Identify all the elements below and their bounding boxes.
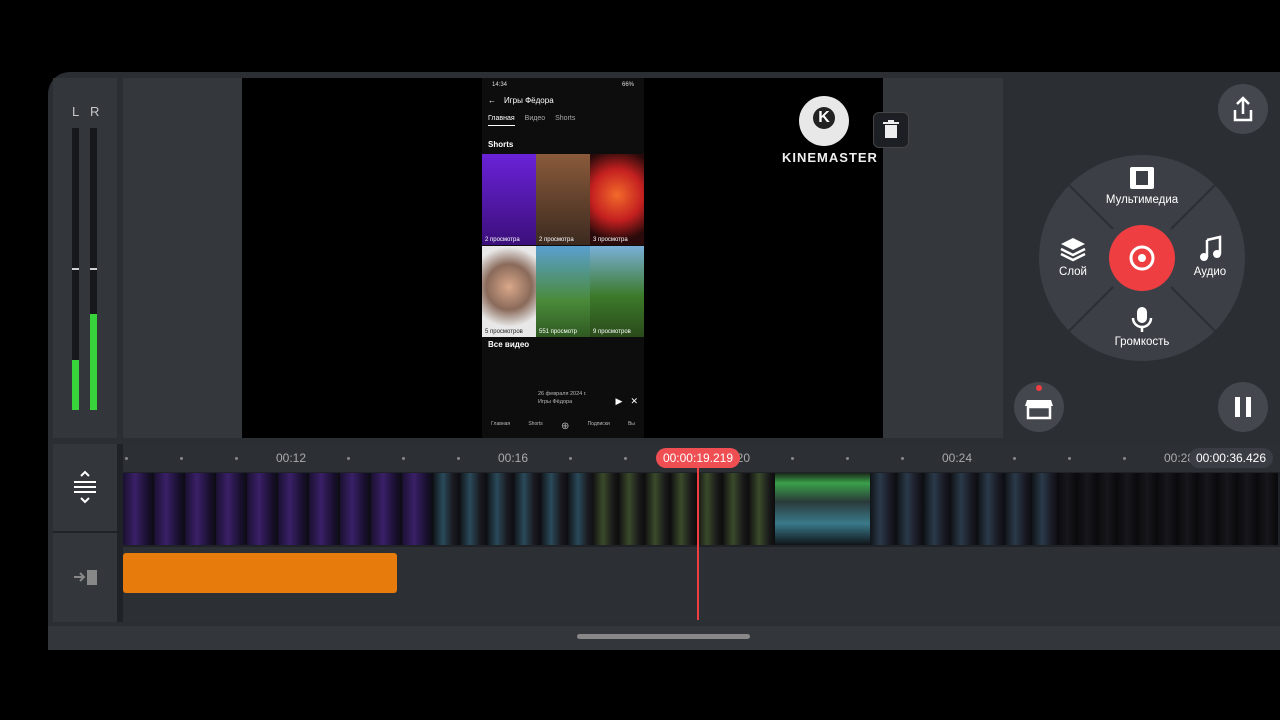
video-clip[interactable] bbox=[1057, 473, 1278, 545]
pause-icon bbox=[1235, 397, 1251, 417]
video-clip[interactable] bbox=[433, 473, 593, 545]
right-channel-label: R bbox=[90, 104, 100, 119]
kinemaster-logo: K bbox=[799, 96, 849, 146]
nav-shorts: Shorts bbox=[528, 421, 543, 427]
video-clip[interactable] bbox=[775, 473, 870, 545]
audio-button[interactable]: Аудио bbox=[1187, 235, 1233, 278]
current-time: 00:00:19.219 bbox=[656, 448, 740, 468]
tick-label: 00:12 bbox=[276, 451, 307, 465]
total-duration: 00:00:36.426 bbox=[1189, 448, 1273, 468]
layers-icon bbox=[1060, 238, 1086, 262]
expand-vertical-icon bbox=[74, 470, 96, 504]
video-clip[interactable] bbox=[123, 473, 433, 545]
short-thumb: 2 просмотра bbox=[536, 154, 590, 245]
music-note-icon bbox=[1200, 235, 1222, 261]
video-clip[interactable] bbox=[593, 473, 775, 545]
shorts-heading: Shorts bbox=[488, 140, 514, 149]
mini-player-info: 26 февраля 2024 г. Игры Фёдора bbox=[538, 391, 587, 405]
media-button[interactable]: Мультимедиа bbox=[1097, 165, 1187, 206]
pause-button[interactable] bbox=[1218, 382, 1268, 432]
bottom-nav: Главная Shorts ⊕ Подписки Вы bbox=[482, 421, 644, 432]
shorts-grid: 2 просмотра 2 просмотра 3 просмотра 5 пр… bbox=[482, 154, 644, 337]
channel-title: Игры Фёдора bbox=[504, 96, 554, 105]
delete-watermark-button[interactable] bbox=[873, 112, 909, 148]
playhead[interactable] bbox=[697, 465, 699, 620]
film-icon bbox=[1130, 167, 1154, 189]
microphone-icon bbox=[1131, 307, 1153, 332]
enter-arrow-icon bbox=[74, 570, 97, 585]
video-preview[interactable]: 14:34 66% ← Игры Фёдора Главная Видео Sh… bbox=[242, 78, 883, 438]
share-icon bbox=[1233, 96, 1253, 122]
layer-button[interactable]: Слой bbox=[1051, 235, 1095, 278]
video-track[interactable] bbox=[123, 473, 1278, 545]
left-channel-label: L bbox=[72, 104, 80, 119]
video-clip[interactable] bbox=[870, 473, 1057, 545]
store-icon bbox=[1025, 385, 1053, 420]
timeline-expand-button[interactable] bbox=[53, 444, 117, 531]
nav-add-icon: ⊕ bbox=[560, 421, 570, 432]
camera-shutter-icon bbox=[1129, 245, 1155, 271]
tab-videos: Видео bbox=[524, 115, 546, 122]
short-thumb: 3 просмотра bbox=[590, 154, 644, 245]
layer-clip[interactable] bbox=[123, 553, 397, 593]
short-thumb: 551 просмотр bbox=[536, 246, 590, 337]
tick-label: 00:24 bbox=[942, 451, 973, 465]
left-level-bar bbox=[72, 128, 79, 410]
voiceover-button[interactable]: Громкость bbox=[1102, 305, 1182, 348]
recorded-phone-screen: 14:34 66% ← Игры Фёдора Главная Видео Sh… bbox=[482, 78, 644, 438]
media-wheel: Мультимедиа Слой Аудио Громкость bbox=[1039, 155, 1245, 361]
short-thumb: 9 просмотров bbox=[590, 246, 644, 337]
channel-tabs: Главная Видео Shorts bbox=[488, 115, 575, 126]
back-arrow-icon: ← bbox=[488, 96, 496, 105]
trash-icon bbox=[883, 120, 899, 138]
record-camera-button[interactable] bbox=[1109, 225, 1175, 291]
jump-to-start-button[interactable] bbox=[53, 533, 117, 622]
short-thumb: 2 просмотра bbox=[482, 154, 536, 245]
tab-home: Главная bbox=[488, 115, 515, 126]
home-indicator[interactable] bbox=[577, 634, 750, 639]
status-time: 14:34 bbox=[492, 82, 508, 88]
short-thumb: 5 просмотров bbox=[482, 246, 536, 337]
close-icon: ✕ bbox=[630, 396, 638, 406]
nav-subscriptions: Подписки bbox=[587, 421, 610, 427]
tick-label: 00:16 bbox=[498, 451, 529, 465]
nav-you: Вы bbox=[627, 421, 635, 427]
watermark-text: KINEMASTER bbox=[782, 150, 878, 165]
audio-level-meter: L R bbox=[53, 78, 117, 438]
play-icon: ▶ bbox=[615, 396, 623, 406]
status-battery: 66% bbox=[621, 82, 634, 88]
tab-shorts: Shorts bbox=[555, 115, 576, 122]
all-videos-heading: Все видео bbox=[488, 340, 530, 349]
export-button[interactable] bbox=[1218, 84, 1268, 134]
asset-store-button[interactable] bbox=[1014, 382, 1064, 432]
right-level-bar bbox=[90, 128, 97, 410]
nav-home: Главная bbox=[491, 421, 511, 427]
